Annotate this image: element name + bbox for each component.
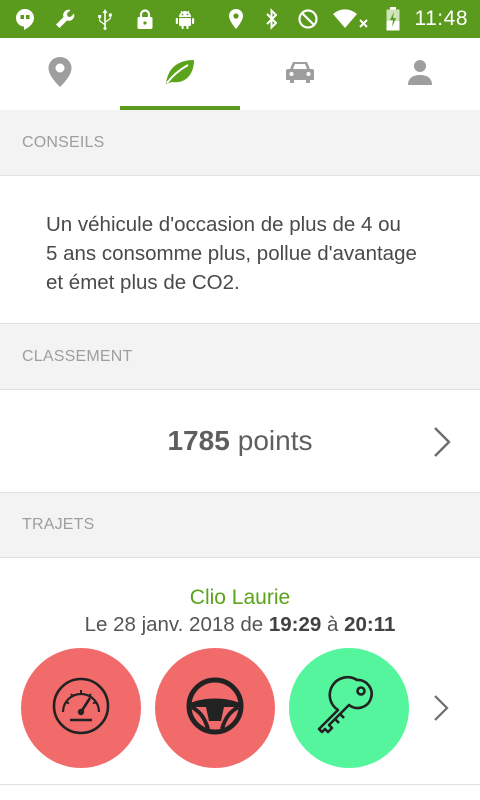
trip-card[interactable]: Clio Laurie Le 28 janv. 2018 de 19:29 à …	[0, 558, 480, 800]
conseil-line: 5 ans consomme plus, pollue d'avantage	[46, 242, 417, 265]
section-title: TRAJETS	[22, 516, 95, 533]
section-header-classement: CLASSEMENT	[0, 323, 480, 390]
hangouts-icon	[14, 8, 36, 30]
ranking-row[interactable]: 1785 points	[0, 390, 480, 492]
conseil-line: Un véhicule d'occasion de plus de 4 ou	[46, 213, 401, 236]
trip-start-time: 19:29	[268, 613, 322, 636]
leaf-icon	[164, 58, 196, 91]
battery-charging-icon	[385, 7, 401, 31]
divider	[0, 784, 480, 785]
bluetooth-icon	[261, 8, 283, 30]
tab-eco[interactable]	[120, 38, 240, 110]
points-display: 1785 points	[0, 390, 480, 492]
person-icon	[408, 59, 432, 90]
location-icon	[225, 8, 247, 30]
tab-profile[interactable]	[360, 38, 480, 110]
key-indicator[interactable]	[289, 648, 409, 768]
status-time: 11:48	[414, 7, 468, 30]
do-not-disturb-icon	[297, 8, 319, 30]
car-icon	[285, 60, 315, 89]
trip-name: Clio Laurie	[189, 586, 291, 609]
trip-date-prefix: Le 28 janv. 2018 de	[84, 613, 264, 636]
tab-bar	[0, 38, 480, 110]
wifi-icon	[332, 8, 371, 30]
chevron-right-icon[interactable]	[432, 692, 450, 724]
section-header-conseils: CONSEILS	[0, 110, 480, 176]
conseil-line: et émet plus de CO2.	[46, 271, 240, 294]
lock-icon	[134, 8, 156, 30]
conseil-card: Un véhicule d'occasion de plus de 4 ou 5…	[0, 176, 480, 323]
chevron-right-icon[interactable]	[432, 424, 452, 460]
speedometer-icon	[50, 675, 112, 742]
status-bar: 11:48	[0, 0, 480, 38]
conseil-text: Un véhicule d'occasion de plus de 4 ou 5…	[46, 210, 446, 297]
trip-connector: à	[327, 613, 339, 636]
section-title: CLASSEMENT	[22, 347, 133, 365]
points-value: 1785	[167, 425, 230, 456]
tab-vehicle[interactable]	[240, 38, 360, 110]
driving-indicator[interactable]	[155, 648, 275, 768]
key-icon	[317, 674, 381, 743]
speed-indicator[interactable]	[21, 648, 141, 768]
tab-location[interactable]	[0, 38, 120, 110]
points-unit: points	[237, 425, 313, 456]
usb-icon	[94, 8, 116, 30]
trip-end-time: 20:11	[344, 613, 396, 636]
steering-wheel-icon	[184, 675, 246, 742]
android-icon	[174, 8, 196, 30]
section-title: CONSEILS	[22, 133, 105, 151]
section-header-trajets: TRAJETS	[0, 492, 480, 558]
wrench-icon	[54, 8, 76, 30]
location-pin-icon	[47, 56, 73, 93]
trip-date: Le 28 janv. 2018 de 19:29 à 20:11	[0, 613, 480, 637]
